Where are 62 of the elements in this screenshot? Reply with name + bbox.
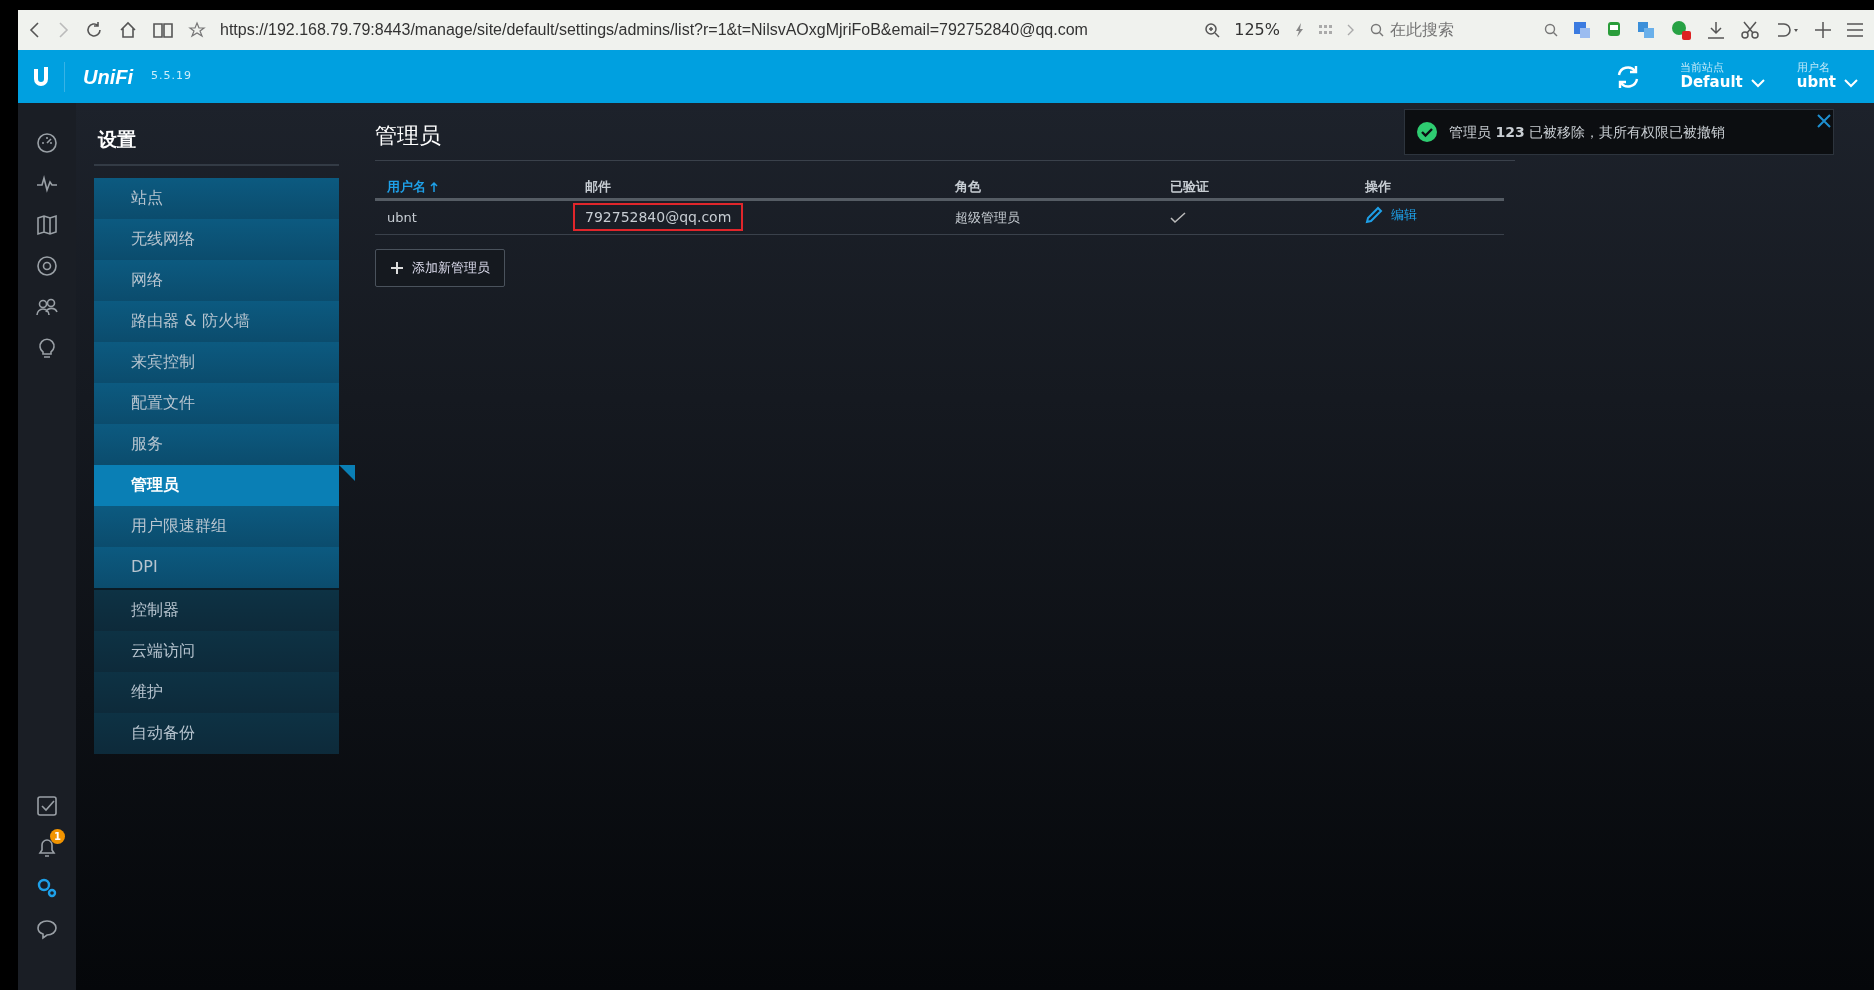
download-icon[interactable] [1706, 20, 1726, 40]
section-title: 设置 [94, 117, 339, 166]
ubiquiti-logo-icon [32, 64, 50, 89]
address-bar[interactable]: https://192.168.79.79:8443/manage/site/default/settings/admins/list?r=1&t=NilsvAOxgMjriFoB&email=792752840@qq.com [220, 18, 1191, 42]
menu-item[interactable]: 无线网络 [94, 218, 339, 260]
reader-icon[interactable] [152, 20, 174, 40]
back-icon[interactable] [28, 20, 42, 40]
zoom-level[interactable]: 125% [1234, 18, 1280, 42]
menu-item[interactable]: DPI [94, 546, 339, 588]
email-cell: 792752840@qq.com [575, 205, 742, 229]
table-cell-text: 超级管理员 [955, 208, 1021, 227]
table-cell-text: ubnt [386, 208, 418, 227]
plus-icon [390, 260, 404, 275]
add-admin-button[interactable]: 添加新管理员 [375, 249, 505, 287]
column-header[interactable]: 邮件 [585, 176, 955, 197]
bolt-icon[interactable] [1294, 22, 1304, 38]
menu-item[interactable]: 路由器 & 防火墙 [94, 300, 339, 342]
menu-item[interactable]: 控制器 [94, 589, 339, 631]
pointer-icon [339, 464, 355, 481]
reload-icon[interactable] [84, 20, 104, 40]
dashboard-icon[interactable] [35, 131, 59, 155]
column-header[interactable]: 已验证 [1170, 176, 1365, 197]
user-menu[interactable]: 用户名 ubnt [1780, 62, 1874, 91]
menu-item[interactable]: 配置文件 [94, 382, 339, 424]
gears-icon[interactable] [35, 876, 59, 900]
pencil-icon [1365, 206, 1383, 225]
speech-bubble-icon[interactable] [35, 917, 59, 941]
menu-item[interactable]: 站点 [94, 177, 339, 219]
site-selector[interactable]: 当前站点 Default [1664, 62, 1781, 91]
menu-item[interactable]: 维护 [94, 671, 339, 713]
menu-item[interactable]: 云端访问 [94, 630, 339, 672]
success-icon [1417, 122, 1437, 142]
version-label: 5.5.19 [151, 68, 192, 85]
chevron-down-icon [1750, 77, 1765, 88]
target-icon[interactable] [35, 254, 59, 278]
app-logo: UniFi [64, 61, 151, 92]
menu-item[interactable]: 网络 [94, 259, 339, 301]
menu-item[interactable]: 用户限速群组 [94, 505, 339, 547]
chevron-down-icon [1844, 77, 1858, 88]
menu-item[interactable]: 管理员 [94, 464, 339, 506]
sort-arrow-icon [430, 180, 438, 193]
column-header[interactable]: 用户名 [375, 176, 585, 197]
menu-item[interactable]: 来宾控制 [94, 341, 339, 383]
toast-message: 管理员 123 已被移除，其所有权限已被撤销 [1449, 122, 1726, 142]
menu-item[interactable]: 自动备份 [94, 712, 339, 754]
map-icon[interactable] [35, 213, 59, 237]
menu-icon[interactable] [1846, 21, 1864, 39]
plus-icon[interactable] [1814, 21, 1832, 39]
checkbox-icon[interactable] [35, 794, 59, 818]
notification-count: 1 [50, 829, 65, 844]
edit-link[interactable]: 编辑 [1365, 205, 1417, 225]
menu-item[interactable]: 服务 [94, 423, 339, 465]
scissors-icon[interactable] [1740, 20, 1760, 40]
search-icon [1370, 23, 1384, 37]
column-header[interactable]: 操作 [1365, 176, 1504, 197]
search-icon[interactable] [1544, 23, 1558, 37]
zoom-icon [1204, 22, 1221, 38]
search-field[interactable]: 在此搜索 [1388, 17, 1508, 43]
close-icon [1817, 114, 1831, 128]
column-header[interactable]: 角色 [955, 176, 1170, 197]
star-icon[interactable] [188, 21, 206, 39]
home-icon[interactable] [118, 20, 138, 40]
